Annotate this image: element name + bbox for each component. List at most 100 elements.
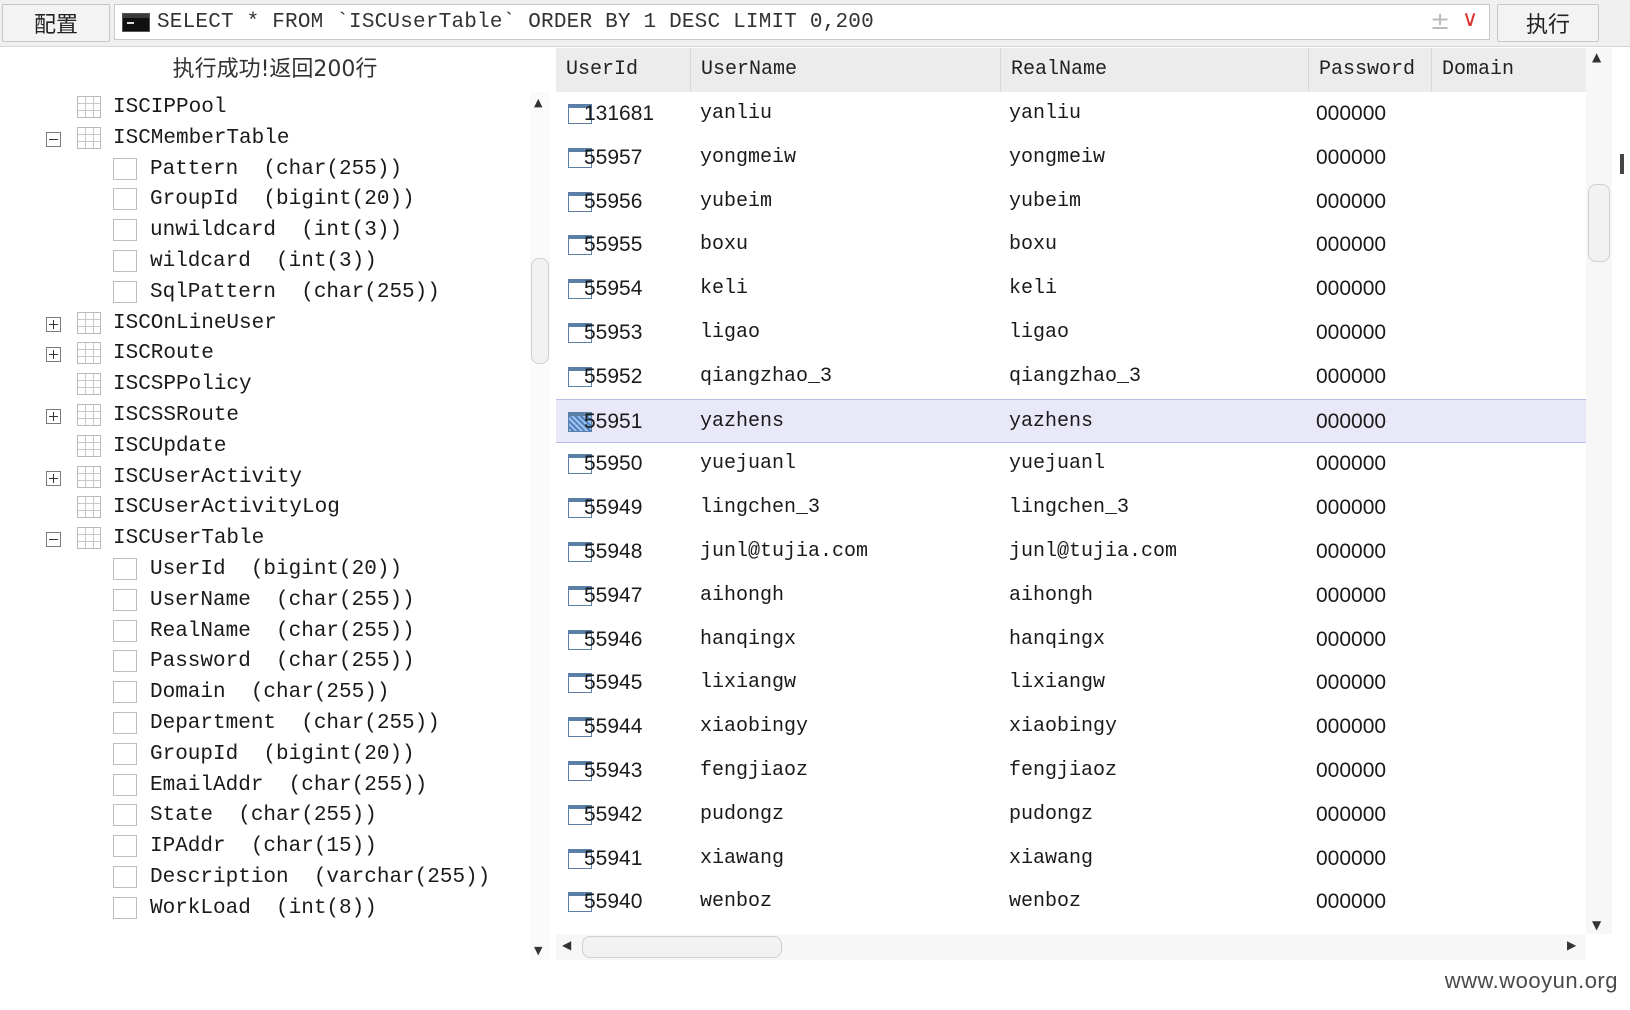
realname-cell[interactable]: xiawang: [1009, 837, 1093, 881]
username-cell[interactable]: xiawang: [700, 837, 784, 881]
expand-icon[interactable]: [46, 409, 61, 424]
collapse-icon[interactable]: [46, 131, 61, 147]
column-header-username[interactable]: UserName: [690, 48, 1000, 92]
username-cell[interactable]: qiangzhao_3: [700, 355, 832, 399]
realname-cell[interactable]: yubeim: [1009, 180, 1081, 224]
tree-column-node[interactable]: WorkLoad (int(8)): [0, 893, 520, 925]
username-cell[interactable]: fengjiaoz: [700, 749, 808, 793]
password-cell[interactable]: 000000: [1316, 355, 1386, 399]
realname-cell[interactable]: pudongz: [1009, 793, 1093, 837]
tree-column-node[interactable]: Pattern (char(255)): [0, 154, 520, 186]
scroll-down-icon[interactable]: ▼: [534, 944, 542, 957]
realname-cell[interactable]: yuejuanl: [1009, 442, 1105, 486]
realname-cell[interactable]: yanliu: [1009, 92, 1081, 136]
results-grid[interactable]: 131681 yanliu yanliu 000000 55957 yongmeiw yon…: [556, 92, 1586, 934]
collapse-icon[interactable]: [46, 532, 61, 548]
schema-tree[interactable]: ISCIPPool ISCMemberTable Pattern (char(255…: [0, 92, 550, 960]
userid-cell[interactable]: 55947: [584, 574, 642, 618]
username-cell[interactable]: yuejuanl: [700, 442, 796, 486]
table-row[interactable]: 131681 yanliu yanliu 000000: [556, 92, 1586, 136]
table-row[interactable]: 55951 yazhens yazhens 000000: [556, 398, 1586, 444]
tree-column-node[interactable]: unwildcard (int(3)): [0, 215, 520, 247]
scroll-right-icon[interactable]: ▶: [1567, 938, 1576, 952]
sql-query-box[interactable]: ± ∨: [114, 4, 1490, 40]
column-header-domain[interactable]: Domain: [1431, 48, 1586, 92]
tree-table-node[interactable]: ISCUserActivityLog: [0, 492, 520, 524]
realname-cell[interactable]: lingchen_3: [1009, 486, 1129, 530]
password-cell[interactable]: 000000: [1316, 793, 1386, 837]
userid-cell[interactable]: 55948: [584, 530, 642, 574]
userid-cell[interactable]: 55940: [584, 880, 642, 924]
username-cell[interactable]: xiaobingy: [700, 705, 808, 749]
table-row[interactable]: 55944 xiaobingy xiaobingy 000000: [556, 705, 1586, 749]
username-cell[interactable]: yazhens: [700, 400, 784, 444]
tree-table-node[interactable]: ISCIPPool: [0, 92, 520, 124]
password-cell[interactable]: 000000: [1316, 749, 1386, 793]
realname-cell[interactable]: keli: [1009, 267, 1057, 311]
tree-column-node[interactable]: UserName (char(255)): [0, 585, 520, 617]
chevron-down-icon[interactable]: ∨: [1462, 7, 1478, 32]
tree-column-node[interactable]: State (char(255)): [0, 800, 520, 832]
realname-cell[interactable]: qiangzhao_3: [1009, 355, 1141, 399]
tree-column-node[interactable]: IPAddr (char(15)): [0, 831, 520, 863]
tree-column-node[interactable]: EmailAddr (char(255)): [0, 770, 520, 802]
password-cell[interactable]: 000000: [1316, 180, 1386, 224]
userid-cell[interactable]: 55946: [584, 618, 642, 662]
password-cell[interactable]: 000000: [1316, 530, 1386, 574]
userid-cell[interactable]: 55950: [584, 442, 642, 486]
userid-cell[interactable]: 55941: [584, 837, 642, 881]
realname-cell[interactable]: junl@tujia.com: [1009, 530, 1177, 574]
userid-cell[interactable]: 131681: [584, 92, 654, 136]
grid-vertical-scrollbar[interactable]: [1586, 48, 1612, 934]
tree-scroll-thumb[interactable]: [531, 258, 549, 364]
tree-table-node[interactable]: ISCUserActivity: [0, 462, 520, 494]
realname-cell[interactable]: lixiangw: [1009, 661, 1105, 705]
username-cell[interactable]: lixiangw: [700, 661, 796, 705]
tree-column-node[interactable]: UserId (bigint(20)): [0, 554, 520, 586]
userid-cell[interactable]: 55955: [584, 223, 642, 267]
username-cell[interactable]: yongmeiw: [700, 136, 796, 180]
table-row[interactable]: 55956 yubeim yubeim 000000: [556, 180, 1586, 224]
userid-cell[interactable]: 55956: [584, 180, 642, 224]
userid-cell[interactable]: 55945: [584, 661, 642, 705]
tree-column-node[interactable]: Description (varchar(255)): [0, 862, 520, 894]
expand-icon[interactable]: [46, 347, 61, 363]
tree-column-node[interactable]: RealName (char(255)): [0, 616, 520, 648]
column-header-password[interactable]: Password: [1308, 48, 1431, 92]
tree-column-node[interactable]: SqlPattern (char(255)): [0, 277, 520, 309]
password-cell[interactable]: 000000: [1316, 618, 1386, 662]
pin-icon[interactable]: ±: [1430, 7, 1450, 35]
grid-horizontal-scroll-thumb[interactable]: [582, 936, 782, 958]
column-header-userid[interactable]: UserId: [556, 48, 690, 92]
userid-cell[interactable]: 55942: [584, 793, 642, 837]
password-cell[interactable]: 000000: [1316, 92, 1386, 136]
expand-icon[interactable]: [46, 316, 61, 332]
tree-table-node[interactable]: ISCUpdate: [0, 431, 520, 463]
table-row[interactable]: 55949 lingchen_3 lingchen_3 000000: [556, 486, 1586, 530]
username-cell[interactable]: hanqingx: [700, 618, 796, 662]
password-cell[interactable]: 000000: [1316, 267, 1386, 311]
tree-column-node[interactable]: GroupId (bigint(20)): [0, 184, 520, 216]
tree-column-node[interactable]: Domain (char(255)): [0, 677, 520, 709]
tree-column-node[interactable]: Password (char(255)): [0, 646, 520, 678]
grid-vertical-scroll-thumb[interactable]: [1588, 184, 1610, 262]
password-cell[interactable]: 000000: [1316, 486, 1386, 530]
tree-table-node[interactable]: ISCRoute: [0, 338, 520, 370]
realname-cell[interactable]: fengjiaoz: [1009, 749, 1117, 793]
execute-button[interactable]: 执行: [1497, 4, 1599, 42]
table-row[interactable]: 55957 yongmeiw yongmeiw 000000: [556, 136, 1586, 180]
tree-table-node[interactable]: ISCOnLineUser: [0, 308, 520, 340]
password-cell[interactable]: 000000: [1316, 880, 1386, 924]
userid-cell[interactable]: 55957: [584, 136, 642, 180]
password-cell[interactable]: 000000: [1316, 136, 1386, 180]
password-cell[interactable]: 000000: [1316, 223, 1386, 267]
realname-cell[interactable]: hanqingx: [1009, 618, 1105, 662]
realname-cell[interactable]: xiaobingy: [1009, 705, 1117, 749]
tree-table-node[interactable]: ISCSSRoute: [0, 400, 520, 432]
scroll-down-icon[interactable]: ▼: [1592, 918, 1601, 932]
tree-table-node[interactable]: ISCMemberTable: [0, 123, 520, 155]
username-cell[interactable]: ligao: [700, 311, 760, 355]
table-row[interactable]: 55946 hanqingx hanqingx 000000: [556, 618, 1586, 662]
table-row[interactable]: 55955 boxu boxu 000000: [556, 223, 1586, 267]
realname-cell[interactable]: wenboz: [1009, 880, 1081, 924]
